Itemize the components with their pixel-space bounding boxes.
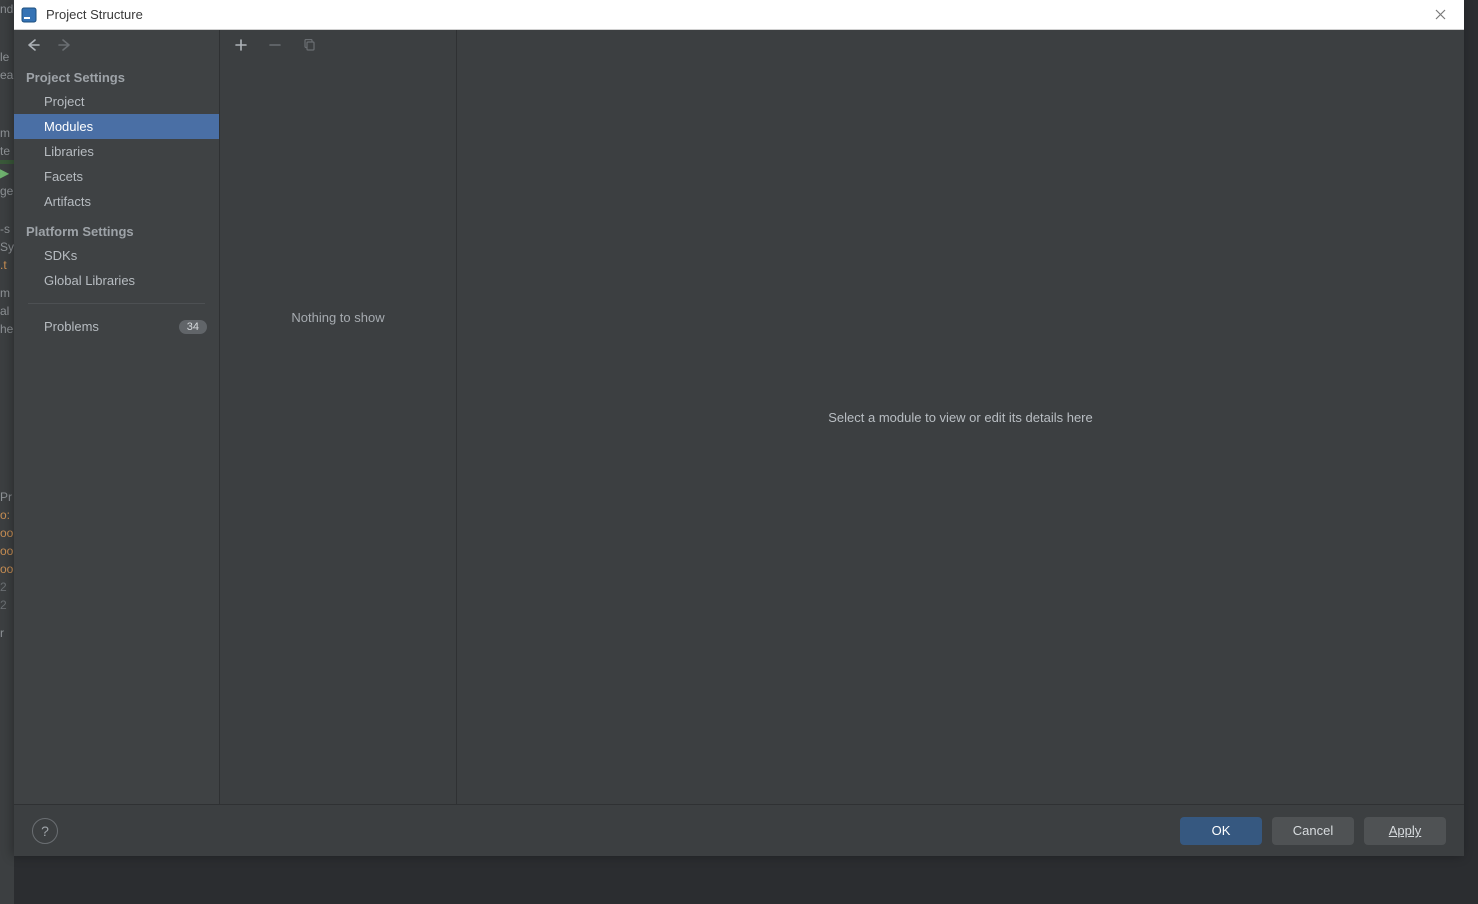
sidebar-item-facets[interactable]: Facets xyxy=(14,164,219,189)
sidebar-item-artifacts[interactable]: Artifacts xyxy=(14,189,219,214)
sidebar-item-problems[interactable]: Problems 34 xyxy=(14,314,219,339)
sidebar-item-sdks[interactable]: SDKs xyxy=(14,243,219,268)
forward-button[interactable] xyxy=(56,36,74,54)
sidebar-item-project[interactable]: Project xyxy=(14,89,219,114)
sidebar-item-label: SDKs xyxy=(44,248,77,263)
problems-count-badge: 34 xyxy=(179,320,207,334)
section-header-project-settings: Project Settings xyxy=(14,60,219,89)
window-close-button[interactable] xyxy=(1426,4,1454,26)
background-ide-left-strip: nd le ea m te ▶ ge -s Sy .t m al he Pr o… xyxy=(0,0,14,904)
empty-text: Nothing to show xyxy=(291,310,384,325)
module-list-empty: Nothing to show xyxy=(220,60,456,804)
apply-button[interactable]: Apply xyxy=(1364,817,1446,845)
detail-placeholder-text: Select a module to view or edit its deta… xyxy=(828,410,1092,425)
sidebar-item-label: Facets xyxy=(44,169,83,184)
sidebar-item-label: Problems xyxy=(44,319,99,334)
dialog-title: Project Structure xyxy=(46,7,143,22)
sidebar-item-global-libraries[interactable]: Global Libraries xyxy=(14,268,219,293)
sidebar-item-modules[interactable]: Modules xyxy=(14,114,219,139)
app-icon xyxy=(20,6,38,24)
help-button[interactable]: ? xyxy=(32,818,58,844)
back-button[interactable] xyxy=(24,36,42,54)
dialog-body: Project Settings Project Modules Librari… xyxy=(14,30,1464,804)
cancel-button[interactable]: Cancel xyxy=(1272,817,1354,845)
section-header-platform-settings: Platform Settings xyxy=(14,214,219,243)
background-ide-right-strip xyxy=(1464,0,1478,904)
sidebar-item-libraries[interactable]: Libraries xyxy=(14,139,219,164)
button-label: Apply xyxy=(1389,823,1422,838)
module-list-panel: Nothing to show xyxy=(220,30,457,804)
dialog-titlebar: Project Structure xyxy=(14,0,1464,30)
ok-button[interactable]: OK xyxy=(1180,817,1262,845)
project-structure-dialog: Project Structure Project Settings Proje… xyxy=(14,0,1464,856)
module-list-toolbar xyxy=(220,30,456,60)
add-button[interactable] xyxy=(232,36,250,54)
sidebar-item-label: Artifacts xyxy=(44,194,91,209)
copy-button[interactable] xyxy=(300,36,318,54)
sidebar-item-label: Libraries xyxy=(44,144,94,159)
module-detail-panel: Select a module to view or edit its deta… xyxy=(457,30,1464,804)
remove-button[interactable] xyxy=(266,36,284,54)
sidebar-nav-row xyxy=(14,30,219,60)
dialog-footer: ? OK Cancel Apply xyxy=(14,804,1464,856)
sidebar-item-label: Global Libraries xyxy=(44,273,135,288)
sidebar-item-label: Project xyxy=(44,94,84,109)
sidebar-item-label: Modules xyxy=(44,119,93,134)
button-label: OK xyxy=(1212,823,1231,838)
sidebar-divider xyxy=(28,303,205,304)
settings-sidebar: Project Settings Project Modules Librari… xyxy=(14,30,220,804)
button-label: Cancel xyxy=(1293,823,1333,838)
